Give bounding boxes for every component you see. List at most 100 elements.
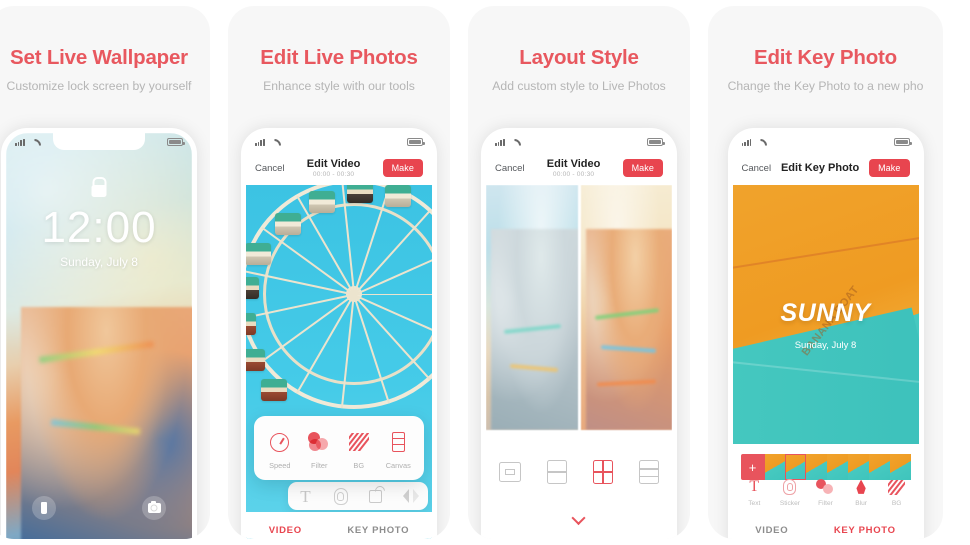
camera-button[interactable] xyxy=(142,496,166,520)
panel-edit-key-photo: Edit Key Photo Change the Key Photo to a… xyxy=(708,6,943,539)
tab-key-photo[interactable]: KEY PHOTO xyxy=(347,525,409,536)
page-title: Edit Live Photos xyxy=(260,46,418,69)
background-icon xyxy=(348,433,369,451)
tool-blur[interactable]: Blur xyxy=(843,478,879,507)
battery-icon xyxy=(167,138,185,146)
wifi-icon xyxy=(754,139,763,146)
page-subtitle: Add custom style to Live Photos xyxy=(492,79,666,93)
tool-label: BG xyxy=(891,500,902,507)
tool-text[interactable]: T Text xyxy=(737,478,773,508)
layout-style-picker xyxy=(486,448,672,496)
rotate-tool-button[interactable] xyxy=(359,489,393,503)
flip-tool-button[interactable] xyxy=(394,489,428,503)
cancel-button[interactable]: Cancel xyxy=(742,163,772,174)
layout-option-three-rows[interactable] xyxy=(639,460,659,484)
tool-label: Speed xyxy=(269,461,291,470)
signal-icon xyxy=(15,138,25,146)
filmstrip-frame[interactable] xyxy=(889,454,911,480)
filter-icon xyxy=(308,432,330,452)
layout-option-two-rows[interactable] xyxy=(547,460,567,484)
phone-mockup-edit-key-photo: Cancel Edit Key Photo Make BANANA BOAT S… xyxy=(727,128,924,539)
tab-video[interactable]: VIDEO xyxy=(269,525,302,536)
lockscreen-date: Sunday, July 8 xyxy=(60,255,138,269)
panel-layout-style: Layout Style Add custom style to Live Ph… xyxy=(468,6,690,539)
layout-option-1-1[interactable] xyxy=(499,462,521,482)
tool-popup: Speed Filter BG Canvas xyxy=(254,416,424,480)
signal-icon xyxy=(741,138,752,146)
editor-time-range: 00:00 - 00:30 xyxy=(312,171,355,178)
text-tool-button[interactable]: T xyxy=(289,488,323,505)
tool-bg[interactable]: BG xyxy=(339,430,379,470)
battery-icon xyxy=(893,138,912,146)
flashlight-icon xyxy=(41,502,47,514)
tool-sticker[interactable]: Sticker xyxy=(772,478,808,507)
phone-notch xyxy=(53,133,145,150)
phone-mockup-edit-video: Cancel Edit Video 00:00 - 00:30 Make Spe… xyxy=(241,128,437,539)
flashlight-button[interactable] xyxy=(32,496,56,520)
tool-filter[interactable]: Filter xyxy=(808,478,844,507)
make-button[interactable]: Make xyxy=(869,159,910,177)
filmstrip-frame[interactable] xyxy=(806,454,828,480)
tool-label: Sticker xyxy=(779,500,800,507)
phone-mockup-lockscreen: 12:00 Sunday, July 8 xyxy=(1,128,197,539)
page-subtitle: Change the Key Photo to a new pho xyxy=(727,79,924,93)
key-photo-toolbar: T Text Sticker Filter Blur BG xyxy=(733,478,919,514)
cancel-button[interactable]: Cancel xyxy=(495,163,525,174)
chevron-down-icon[interactable] xyxy=(573,511,586,524)
phone-notch xyxy=(779,133,872,150)
lockscreen-quick-actions xyxy=(6,496,192,520)
tool-bg[interactable]: BG xyxy=(879,478,915,507)
make-button[interactable]: Make xyxy=(382,159,423,177)
filmstrip[interactable]: + xyxy=(740,454,911,480)
text-icon: T xyxy=(749,478,760,495)
tool-label: Text xyxy=(748,500,761,507)
photo-date: Sunday, July 8 xyxy=(794,340,857,352)
page-title: Set Live Wallpaper xyxy=(10,46,188,69)
split-layout-preview xyxy=(486,185,672,430)
filmstrip-frame[interactable] xyxy=(868,454,890,480)
speed-icon xyxy=(270,432,290,452)
editor-header: Cancel Edit Video 00:00 - 00:30 Make xyxy=(486,151,672,185)
app-store-screenshot-gallery: Set Live Wallpaper Customize lock screen… xyxy=(0,0,970,545)
filmstrip-frame[interactable] xyxy=(827,454,848,480)
sticker-tool-button[interactable] xyxy=(324,487,358,505)
filter-icon xyxy=(816,479,834,495)
phone-notch xyxy=(533,133,625,150)
blur-drop-icon xyxy=(856,479,866,494)
secondary-icon-bar: T xyxy=(288,482,428,510)
panel-set-live-wallpaper: Set Live Wallpaper Customize lock screen… xyxy=(0,6,210,539)
make-button[interactable]: Make xyxy=(622,159,663,177)
signal-icon xyxy=(255,138,265,146)
editor-title: Edit Video xyxy=(306,158,361,170)
tool-label: Filter xyxy=(311,461,328,470)
ferris-wheel-image xyxy=(246,185,432,409)
editor-header: Cancel Edit Key Photo Make xyxy=(732,151,919,185)
page-title: Edit Key Photo xyxy=(754,46,897,69)
layout-option-quad-selected[interactable] xyxy=(593,460,613,484)
phone-mockup-layout-style: Cancel Edit Video 00:00 - 00:30 Make xyxy=(481,128,677,539)
tool-canvas[interactable]: Canvas xyxy=(379,430,419,470)
sticker-fingerprint-icon xyxy=(333,487,348,505)
phone-notch xyxy=(293,133,385,150)
tool-label: BG xyxy=(353,461,365,470)
filmstrip-frame[interactable] xyxy=(764,454,786,480)
page-subtitle: Enhance style with our tools xyxy=(263,79,415,93)
wifi-icon xyxy=(268,139,277,146)
add-frame-button[interactable]: + xyxy=(740,454,765,480)
split-pane-right xyxy=(580,185,672,430)
lock-icon xyxy=(91,185,107,197)
tab-video[interactable]: VIDEO xyxy=(755,525,788,536)
page-subtitle: Customize lock screen by yourself xyxy=(6,79,192,93)
tool-label: Filter xyxy=(818,500,833,507)
bottom-tabs: VIDEO KEY PHOTO xyxy=(732,512,919,539)
filmstrip-frame-selected[interactable] xyxy=(785,454,807,480)
tab-key-photo[interactable]: KEY PHOTO xyxy=(834,525,896,536)
cancel-button[interactable]: Cancel xyxy=(255,163,285,174)
filmstrip-frame[interactable] xyxy=(847,454,869,480)
tool-filter[interactable]: Filter xyxy=(300,430,340,470)
page-title: Layout Style xyxy=(519,46,639,69)
tool-speed[interactable]: Speed xyxy=(260,430,300,470)
lockscreen-time: 12:00 xyxy=(41,203,157,252)
rotate-icon xyxy=(369,489,382,503)
battery-icon xyxy=(407,138,425,146)
